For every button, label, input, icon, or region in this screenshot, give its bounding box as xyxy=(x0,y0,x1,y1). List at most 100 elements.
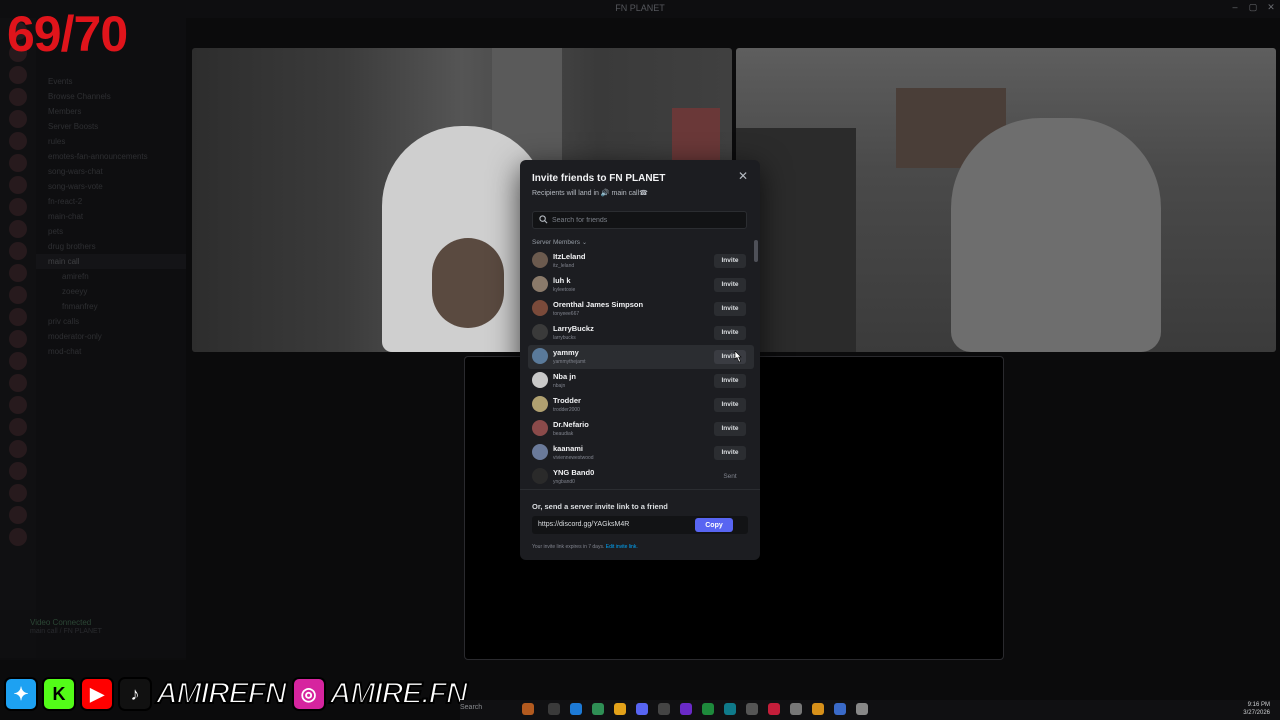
channel-item[interactable]: main-chat xyxy=(36,209,186,224)
server-icon[interactable] xyxy=(9,154,27,172)
server-icon[interactable] xyxy=(9,176,27,194)
app-icon[interactable] xyxy=(812,703,824,715)
section-label: Server Members xyxy=(532,239,581,246)
avatar xyxy=(532,348,548,364)
channel-item[interactable]: Events xyxy=(36,74,186,89)
member-username: viviennewestwood xyxy=(553,455,594,461)
search-icon xyxy=(539,215,548,224)
member-row[interactable]: Trodder trodder2000 Invite xyxy=(528,393,754,417)
server-icon[interactable] xyxy=(9,396,27,414)
server-icon[interactable] xyxy=(9,308,27,326)
invite-button[interactable]: Invite xyxy=(714,326,746,340)
member-username: beaudiak xyxy=(553,431,574,437)
maximize-button[interactable]: ▢ xyxy=(1246,2,1260,13)
search-input[interactable] xyxy=(552,213,742,227)
voice-participant[interactable]: fnmanfrey xyxy=(36,299,186,314)
channel-item[interactable]: song-wars-vote xyxy=(36,179,186,194)
file-explorer-icon[interactable] xyxy=(548,703,560,715)
voice-status: Video Connected xyxy=(30,618,92,627)
channel-item[interactable]: fn-react-2 xyxy=(36,194,186,209)
server-icon[interactable] xyxy=(9,528,27,546)
close-icon[interactable]: ✕ xyxy=(736,169,750,183)
server-icon[interactable] xyxy=(9,440,27,458)
channel-item[interactable]: song-wars-chat xyxy=(36,164,186,179)
server-icon[interactable] xyxy=(9,286,27,304)
channel-item[interactable]: main call xyxy=(36,254,186,269)
voice-participant[interactable]: amirefn xyxy=(36,269,186,284)
channel-item[interactable]: Members xyxy=(36,104,186,119)
app-icon[interactable] xyxy=(768,703,780,715)
channel-item[interactable]: rules xyxy=(36,134,186,149)
invite-button[interactable]: Invite xyxy=(714,254,746,268)
voice-participant[interactable]: zoeeyy xyxy=(36,284,186,299)
server-icon[interactable] xyxy=(9,220,27,238)
server-icon[interactable] xyxy=(9,374,27,392)
invite-button[interactable]: Invite xyxy=(714,446,746,460)
channel-item[interactable]: pets xyxy=(36,224,186,239)
channel-item[interactable]: Browse Channels xyxy=(36,89,186,104)
member-username: yngband0 xyxy=(553,479,575,485)
server-icon[interactable] xyxy=(9,198,27,216)
channel-item[interactable]: moderator-only xyxy=(36,329,186,344)
server-icon[interactable] xyxy=(9,110,27,128)
server-icon[interactable] xyxy=(9,66,27,84)
invite-button[interactable]: Invite xyxy=(714,422,746,436)
server-icon[interactable] xyxy=(9,506,27,524)
server-icon[interactable] xyxy=(9,462,27,480)
member-username: larrybucks xyxy=(553,335,576,341)
member-list: ItzLeland itz_leland Invite luh k kyleetoxie… xyxy=(528,249,754,489)
server-icon[interactable] xyxy=(9,88,27,106)
member-row[interactable]: Dr.Nefario beaudiak Invite xyxy=(528,417,754,441)
app-icon[interactable] xyxy=(834,703,846,715)
channel-item[interactable]: emotes-fan-announcements xyxy=(36,149,186,164)
edit-invite-link[interactable]: Edit invite link. xyxy=(606,544,638,550)
app-icon[interactable] xyxy=(746,703,758,715)
member-row[interactable]: kaanami viviennewestwood Invite xyxy=(528,441,754,465)
close-window-button[interactable]: ✕ xyxy=(1264,2,1278,13)
invite-button[interactable]: Invite xyxy=(714,278,746,292)
copy-button[interactable]: Copy xyxy=(695,518,733,532)
member-row[interactable]: luh k kyleetoxie Invite xyxy=(528,273,754,297)
discord-icon[interactable] xyxy=(636,703,648,715)
window-title: FN PLANET xyxy=(615,3,665,13)
member-row[interactable]: Nba jn nbajn Invite xyxy=(528,369,754,393)
search-field[interactable] xyxy=(532,211,747,229)
invite-url[interactable]: https://discord.gg/YAGksM4R xyxy=(538,521,629,528)
member-row[interactable]: YNG Band0 yngband0 Sent xyxy=(528,465,754,489)
member-row[interactable]: LarryBuckz larrybucks Invite xyxy=(528,321,754,345)
taskbar-search[interactable]: Search xyxy=(460,704,482,711)
server-icon[interactable] xyxy=(9,242,27,260)
invite-button[interactable]: Invite xyxy=(714,398,746,412)
app-icon[interactable] xyxy=(702,703,714,715)
app-icon[interactable] xyxy=(522,703,534,715)
app-icon[interactable] xyxy=(790,703,802,715)
chrome-icon[interactable] xyxy=(614,703,626,715)
app-icon[interactable] xyxy=(724,703,736,715)
scrollbar-thumb[interactable] xyxy=(754,240,758,262)
app-icon[interactable] xyxy=(680,703,692,715)
section-header-server-members[interactable]: Server Members ⌄ xyxy=(532,239,587,246)
channel-item[interactable]: mod-chat xyxy=(36,344,186,359)
invite-button[interactable]: Invite xyxy=(714,374,746,388)
member-row[interactable]: Orenthal James Simpson tonyeee667 Invite xyxy=(528,297,754,321)
app-icon[interactable] xyxy=(592,703,604,715)
member-row[interactable]: ItzLeland itz_leland Invite xyxy=(528,249,754,273)
server-icon[interactable] xyxy=(9,352,27,370)
server-icon[interactable] xyxy=(9,484,27,502)
server-icon[interactable] xyxy=(9,330,27,348)
member-row[interactable]: yammy yammythejamt Invite xyxy=(528,345,754,369)
channel-item[interactable]: priv calls xyxy=(36,314,186,329)
server-icon[interactable] xyxy=(9,132,27,150)
edge-icon[interactable] xyxy=(570,703,582,715)
channel-item[interactable]: drug brothers xyxy=(36,239,186,254)
server-icon[interactable] xyxy=(9,264,27,282)
server-icon[interactable] xyxy=(9,418,27,436)
kick-icon: K xyxy=(42,677,76,711)
invite-button[interactable]: Invite xyxy=(714,302,746,316)
minimize-button[interactable]: – xyxy=(1228,2,1242,12)
system-clock[interactable]: 9:16 PM 3/27/2026 xyxy=(1243,701,1270,717)
settings-icon[interactable] xyxy=(856,703,868,715)
app-icon[interactable] xyxy=(658,703,670,715)
video-tile-right[interactable] xyxy=(736,48,1276,352)
channel-item[interactable]: Server Boosts xyxy=(36,119,186,134)
